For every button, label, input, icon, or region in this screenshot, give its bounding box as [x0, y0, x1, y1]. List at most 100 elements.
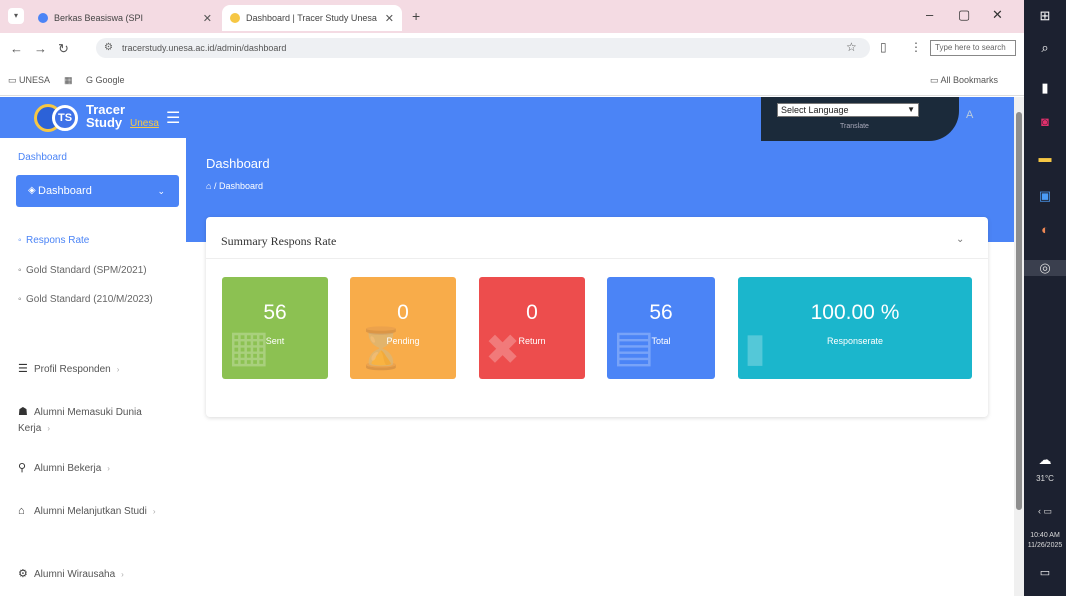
- back-arrow-icon[interactable]: ←: [10, 41, 23, 56]
- copilot-icon[interactable]: ◐: [1024, 222, 1066, 237]
- tile-pending: ⌛ 0 Pending: [350, 277, 456, 379]
- document-list-icon: ▤: [613, 322, 655, 371]
- chevron-down-icon: ▼: [907, 105, 915, 114]
- home-icon[interactable]: ⌂: [206, 181, 211, 191]
- chrome-icon[interactable]: ◎: [1024, 260, 1066, 276]
- chevron-right-icon: ›: [121, 570, 124, 579]
- start-windows-icon[interactable]: ⊞: [1024, 8, 1066, 24]
- graduation-cap-icon: ⌂: [18, 505, 25, 517]
- instagram-icon[interactable]: ◙: [1024, 114, 1066, 129]
- gears-icon: ⚙: [18, 568, 28, 580]
- chevron-down-icon: ⌄: [157, 186, 165, 196]
- tile-value: 56: [263, 301, 287, 324]
- store-icon[interactable]: ▣: [1024, 188, 1066, 204]
- reload-icon[interactable]: ↻: [58, 41, 69, 57]
- notification-icon[interactable]: ▭: [1024, 566, 1066, 579]
- new-tab-button[interactable]: +: [412, 8, 420, 24]
- tile-label: Total: [651, 336, 671, 346]
- folder-icon[interactable]: ▬: [1024, 150, 1066, 165]
- taskbar-search-input[interactable]: Type here to search: [930, 40, 1016, 56]
- minimize-button[interactable]: –: [926, 7, 933, 22]
- language-select[interactable]: Select Language ▼: [777, 103, 919, 117]
- tile-return: ✖ 0 Return: [479, 277, 585, 379]
- search-icon[interactable]: ⌕: [1024, 40, 1066, 56]
- address-bar[interactable]: ⚙ tracerstudy.unesa.ac.id/admin/dashboar…: [96, 38, 870, 58]
- weather-temp: 31°C: [1036, 474, 1054, 483]
- sidebar-item-label: Alumni Memasuki Dunia Kerja: [18, 407, 142, 434]
- sidebar-item-alumni-memasuki-dunia-kerja[interactable]: ☗ Alumni Memasuki Dunia Kerja ›: [18, 404, 168, 437]
- sidebar-subitem-gold-standard-2023[interactable]: ◦ Gold Standard (210/M/2023): [18, 293, 176, 307]
- bullet-icon: ◦: [18, 235, 22, 246]
- breadcrumb: ⌂ / Dashboard: [206, 181, 263, 191]
- sidebar-subitem-respons-rate[interactable]: ◦ Respons Rate: [18, 234, 90, 248]
- bookmark-google[interactable]: G Google: [86, 75, 125, 85]
- url-text: tracerstudy.unesa.ac.id/admin/dashboard: [122, 43, 287, 53]
- chevron-right-icon: ›: [107, 464, 110, 473]
- scrollbar-thumb[interactable]: [1016, 112, 1022, 510]
- tile-sent: ▦ 56 Sent: [222, 277, 328, 379]
- tile-value: 0: [397, 301, 409, 324]
- user-icon[interactable]: A: [966, 109, 973, 121]
- bar-chart-icon: ▮: [744, 326, 767, 370]
- logo-text-line2: Study: [86, 115, 123, 130]
- clock-time[interactable]: 10:40 AM: [1024, 532, 1066, 539]
- weather-icon[interactable]: ☁: [1024, 452, 1066, 468]
- bookmark-unesa[interactable]: ▭ UNESA: [8, 75, 50, 86]
- tile-value: 100.00 %: [810, 301, 900, 324]
- bookmark-label: UNESA: [19, 75, 51, 85]
- people-icon: ☗: [18, 406, 28, 418]
- tile-label: Pending: [386, 336, 420, 346]
- bullet-icon: ◦: [18, 294, 22, 305]
- sidebar-subitem-label: Respons Rate: [26, 235, 90, 246]
- hourglass-icon: ⌛: [356, 327, 406, 371]
- sidebar-item-dashboard[interactable]: ◈ Dashboard ⌄: [16, 175, 179, 207]
- sidebar-item-alumni-wirausaha[interactable]: ⚙ Alumni Wirausaha ›: [18, 566, 178, 583]
- sidebar-item-alumni-bekerja[interactable]: ⚲ Alumni Bekerja ›: [18, 460, 168, 477]
- forward-arrow-icon[interactable]: →: [34, 41, 47, 56]
- tab-inactive[interactable]: Berkas Beasiswa (SPI ✕: [30, 5, 220, 31]
- sidebar-item-label: Alumni Melanjutkan Studi: [34, 506, 147, 517]
- clock-date[interactable]: 11/26/2025: [1024, 542, 1066, 549]
- file-icon[interactable]: ▮: [1024, 80, 1066, 96]
- translate-link[interactable]: Translate: [840, 123, 869, 130]
- list-icon: ☰: [18, 363, 28, 375]
- collapse-chevron-icon[interactable]: ⌄: [956, 234, 964, 245]
- basket-icon: ▦: [228, 322, 270, 371]
- tab-active[interactable]: Dashboard | Tracer Study Unesa ✕: [222, 5, 402, 31]
- sidebar-item-label: Alumni Wirausaha: [34, 569, 116, 580]
- hamburger-menu-icon[interactable]: ☰: [166, 108, 180, 128]
- bookmark-star-icon[interactable]: ☆: [846, 40, 857, 54]
- chevron-right-icon: ›: [47, 424, 51, 433]
- breadcrumb-item[interactable]: Dashboard: [219, 181, 263, 191]
- menu-icon[interactable]: ⋮: [910, 40, 922, 54]
- bookmark-label: Google: [95, 75, 125, 85]
- extensions-icon[interactable]: ▯: [880, 40, 887, 54]
- page-title: Dashboard: [206, 156, 270, 171]
- binoculars-icon: ⚲: [18, 462, 27, 474]
- sidebar-subitem-label: Gold Standard (SPM/2021): [26, 265, 147, 276]
- apps-grid-icon[interactable]: ▦: [64, 75, 73, 86]
- sidebar-item-label: Alumni Bekerja: [34, 463, 102, 474]
- tile-value: 0: [526, 301, 538, 324]
- os-taskbar: ⊞ ⌕ ▮ ◙ ▬ ▣ ◐ ◎ ☁ 31°C ‹ ▭ 10:40 AM 11/2…: [1024, 0, 1066, 596]
- search-placeholder: Type here to search: [935, 43, 1006, 52]
- all-bookmarks-label: All Bookmarks: [940, 75, 999, 85]
- logo-text-line3: Unesa: [130, 118, 159, 129]
- sidebar-subitem-gold-standard-2021[interactable]: ◦ Gold Standard (SPM/2021): [18, 264, 147, 278]
- x-circle-icon: ✖: [485, 326, 521, 373]
- dashboard-icon: ◈: [28, 185, 36, 196]
- restore-button[interactable]: ▢: [958, 7, 970, 23]
- tile-label: Return: [518, 336, 546, 346]
- sidebar-item-alumni-melanjutkan-studi[interactable]: ⌂ Alumni Melanjutkan Studi ›: [18, 503, 168, 520]
- tracer-study-logo[interactable]: TS Tracer Study Unesa: [34, 103, 180, 132]
- tab-search-button[interactable]: ▾: [8, 8, 24, 24]
- tab-favicon-icon: [230, 13, 240, 23]
- site-info-icon[interactable]: ⚙: [104, 38, 113, 58]
- tab-close-icon[interactable]: ✕: [203, 12, 212, 25]
- sidebar-item-profil-responden[interactable]: ☰ Profil Responden ›: [18, 361, 168, 378]
- tab-close-icon[interactable]: ✕: [385, 12, 394, 25]
- all-bookmarks[interactable]: ▭ All Bookmarks: [930, 75, 998, 86]
- close-window-button[interactable]: ✕: [992, 7, 1003, 23]
- tray-chevron-icon[interactable]: ‹ ▭: [1024, 506, 1066, 517]
- screen: ▾ Berkas Beasiswa (SPI ✕ Dashboard | Tra…: [0, 0, 1066, 596]
